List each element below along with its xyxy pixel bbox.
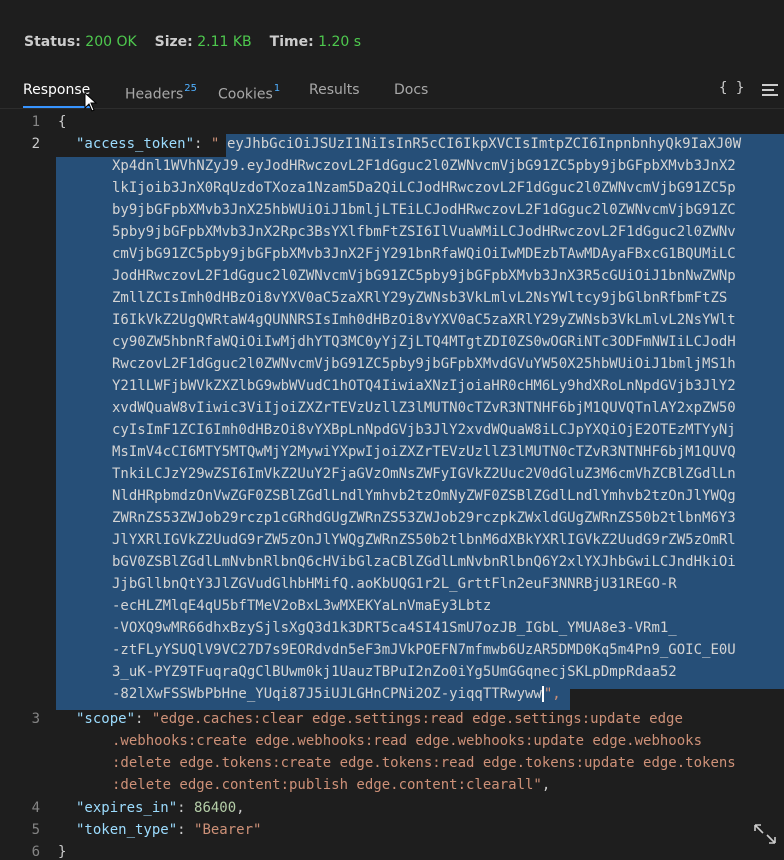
close-brace: } <box>58 844 67 860</box>
token-line: ZmllZCIsImh0dHBzOi8vYXV0aC5zaXRlY29yZWNs… <box>112 290 728 306</box>
token-line: Xp4dnl1WVhNZyJ9.eyJodHRwczovL2F1dGguc2l0… <box>112 158 736 174</box>
line-number: 3 <box>31 711 40 727</box>
token-line: TnkiLCJzY29wZSI6ImVkZ2UuY2FjaGVzOmNsZWFy… <box>112 466 736 482</box>
open-brace: { <box>58 114 67 130</box>
scope-continuation: .webhooks:create edge.webhooks:read edge… <box>112 733 703 749</box>
line-number: 5 <box>31 822 40 838</box>
token-line: JjbGllbnQtY3JlZGVudGlhbHMifQ.aoKbUQG1r2L… <box>112 576 677 592</box>
status-item: Status: 200 OK <box>24 34 137 50</box>
token-line: I6IkVkZ2UgQWRtaW4gQUNNRSIsImh0dHBzOi8vYX… <box>112 312 736 328</box>
token-line-last: -82lXwFSSWbPbHne_YUqi87J5iUJLGHnCPNi2OZ-… <box>112 686 561 702</box>
status-value: 200 OK <box>85 34 137 50</box>
token-line: JodHRwczovL2F1dGguc2l0ZWNvcmVjbG91ZC5pby… <box>112 268 736 284</box>
line-number: 1 <box>31 114 40 130</box>
token-line: bGV0ZSBlZGdlLmNvbnRlbnQ6cHVibGlzaCBlZGdl… <box>112 554 736 570</box>
token-line: eyJhbGciOiJSUzI1NiIsInR5cCI6IkpXVCIsImtp… <box>227 136 742 152</box>
expires-in-line: "expires_in": 86400, <box>76 800 245 816</box>
token-line: cy90ZW5hbnRfaWQiOiIwMjdhYTQ3MC0yYjZjLTQ4… <box>112 334 736 350</box>
token-line: JlYXRlIGVkZ2UudG9rZW5zOnJlYWQgZWRnZS50b2… <box>112 532 736 548</box>
hamburger-menu-icon[interactable] <box>762 84 778 96</box>
headers-count-badge: 25 <box>184 83 198 94</box>
json-response-viewer[interactable]: 1 2 3 4 5 6 { "access_token": " eyJhbGci… <box>0 112 784 860</box>
token-line: cyIsImF1ZCI6Imh0dHBzOi8vYXBpLnNpdGVjb3Jl… <box>112 422 736 438</box>
tab-docs[interactable]: Docs <box>394 74 428 107</box>
format-json-button[interactable]: { } <box>719 80 744 96</box>
token-type-line: "token_type": "Bearer" <box>76 822 262 838</box>
time-value: 1.20 s <box>318 34 362 50</box>
token-line: 5pby9jbGFpbXMvb3JnX2Rpc3BsYXlfbmFtZSI6Il… <box>112 224 736 240</box>
tab-headers[interactable]: Headers25 <box>125 74 197 107</box>
token-line: -VOXQ9wMR66dhxBzySjlsXgQ3d1k3DRT5ca4SI41… <box>112 620 677 636</box>
token-line: xvdWQuaW8vIiwic3ViIjoiZXZrTEVzUzllZ3lMUT… <box>112 400 736 416</box>
scope-line: "scope": "edge.caches:clear edge.setting… <box>76 711 683 727</box>
token-line: -ztFLyYSUQlV9VC27D7s9EORdvdn5eF3mJVkPOEF… <box>112 642 736 658</box>
tab-cookies[interactable]: Cookies1 <box>218 74 280 107</box>
token-line: ZWRnZS53ZWJob29rczp1cGRhdGUgZWRnZS53ZWJo… <box>112 510 736 526</box>
token-line: RwczovL2F1dGguc2l0ZWNvcmVjbG91ZC5pby9jbG… <box>112 356 736 372</box>
token-line: 3_uK-PYZ9TFuqraQgClBUwm0kj1UauzTBPuI2nZo… <box>112 664 677 680</box>
expand-diagonal-icon[interactable] <box>752 822 778 846</box>
token-line: -ecHLZMlqE4qU5bfTMeV2oBxL3wMXEKYaLnVmaEy… <box>112 598 492 614</box>
tab-results[interactable]: Results <box>309 74 360 107</box>
token-line: cmVjbG91ZC5pby9jbGFpbXMvb3JnX2FjY291bnRf… <box>112 246 736 262</box>
token-line: lkIjoib3JnX0RqUzdoTXoza1Nzam5Da2QiLCJodH… <box>112 180 736 196</box>
line-number: 6 <box>31 844 40 860</box>
token-line: MsImV4cCI6MTY5MTQwMjY2MywiYXpwIjoiZXZrTE… <box>112 444 736 460</box>
tab-response[interactable]: Response <box>23 74 91 108</box>
token-line: NldHRpbmdzOnVwZGF0ZSBlZGdlLndlYmhvb2tzOm… <box>112 488 736 504</box>
line-number: 2 <box>31 136 40 152</box>
scope-continuation: :delete edge.tokens:create edge.tokens:r… <box>112 755 736 771</box>
token-line: Y21lLWFjbWVkZXZlbG9wbWVudC1hOTQ4IiwiaXNz… <box>112 378 736 394</box>
mouse-pointer-icon <box>84 92 98 112</box>
time-item: Time: 1.20 s <box>269 34 362 50</box>
cookies-count-badge: 1 <box>273 83 281 94</box>
response-status-bar: Status: 200 OK Size: 2.11 KB Time: 1.20 … <box>24 34 361 54</box>
scope-continuation: :delete edge.content:publish edge.conten… <box>112 777 551 793</box>
access-token-line: "access_token": " <box>76 136 220 152</box>
size-value: 2.11 KB <box>197 34 252 50</box>
response-tabs: Response Headers25 Cookies1 Results Docs <box>0 74 784 109</box>
line-number: 4 <box>31 800 40 816</box>
token-line: by9jbGFpbXMvb3JnX25hbWUiOiJ1bmljLTEiLCJo… <box>112 202 736 218</box>
size-item: Size: 2.11 KB <box>154 34 252 50</box>
